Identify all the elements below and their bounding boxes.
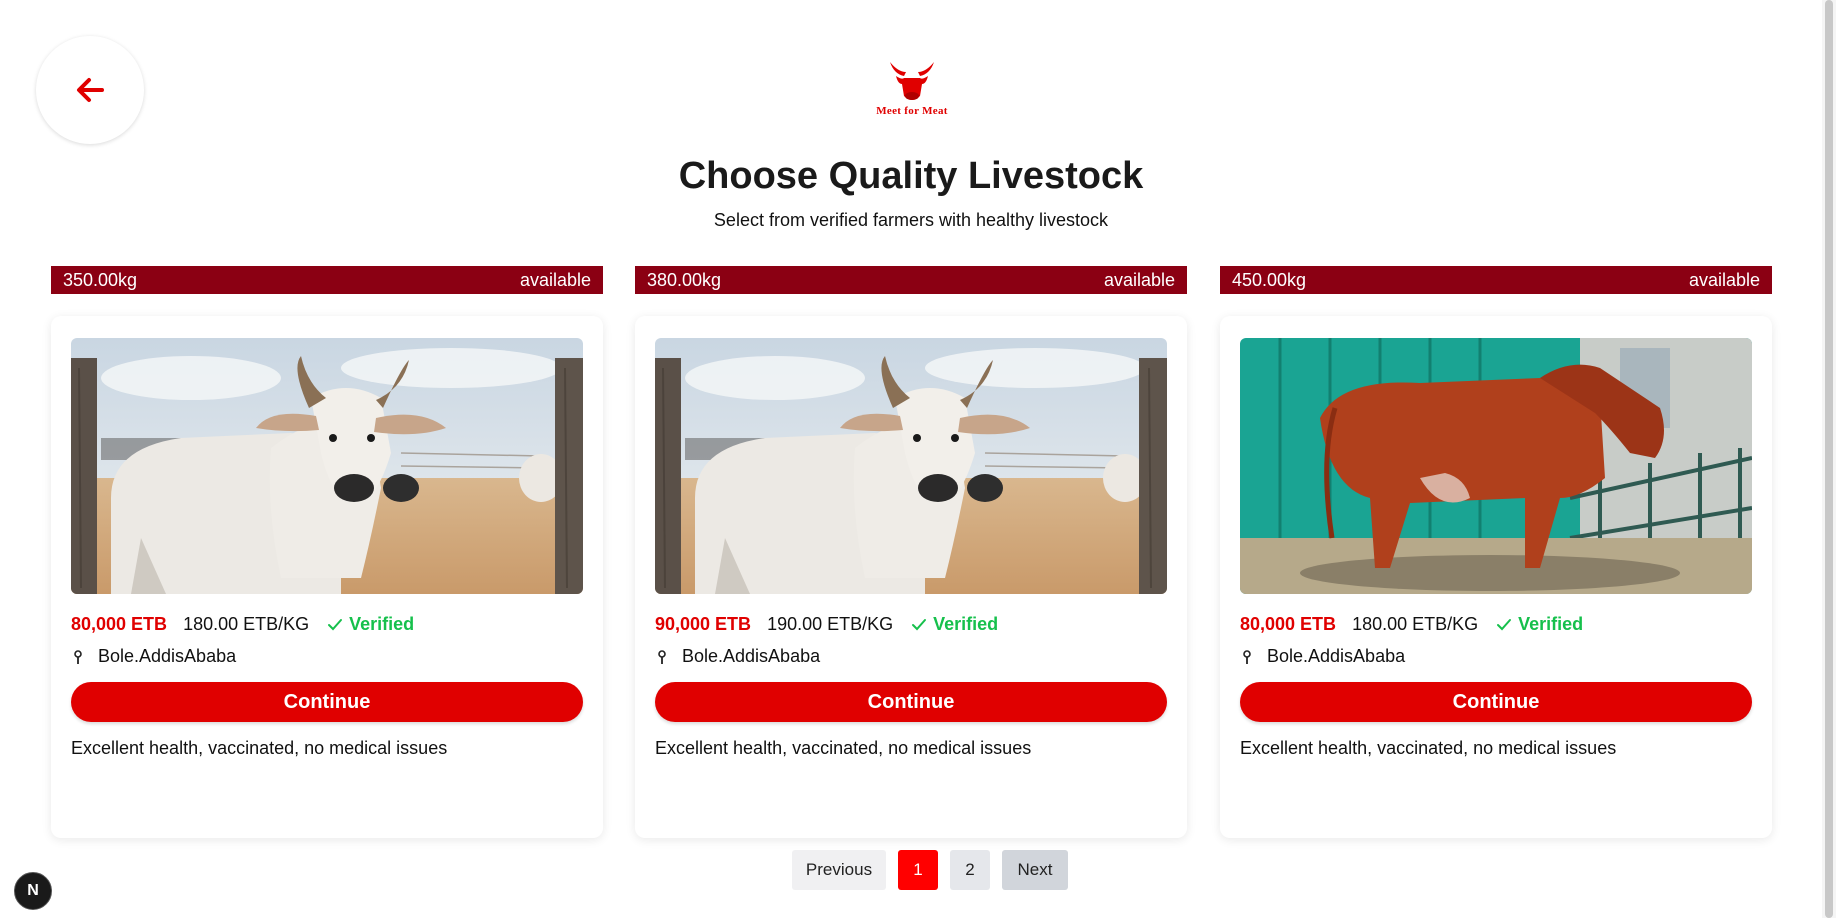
price-row: 80,000 ETB 180.00 ETB/KG Verified [71, 614, 414, 635]
previous-page-button[interactable]: Previous [792, 850, 886, 890]
livestock-card: 80,000 ETB 180.00 ETB/KG Verified Bole.A… [51, 316, 603, 838]
location-pin-icon [74, 649, 82, 664]
price-row: 90,000 ETB 190.00 ETB/KG Verified [655, 614, 998, 635]
page-2-button[interactable]: 2 [950, 850, 990, 890]
continue-button[interactable]: Continue [655, 682, 1167, 722]
status-badge: available [519, 269, 591, 290]
pagination: Previous 1 2 Next [0, 850, 1822, 890]
weight-ribbon: 380.00kg available [635, 266, 1187, 294]
location-row: Bole.AddisAbaba [1240, 646, 1405, 667]
livestock-card: 90,000 ETB 190.00 ETB/KG Verified Bole.A… [635, 316, 1187, 838]
dev-badge-letter: N [27, 882, 39, 899]
continue-button[interactable]: Continue [1240, 682, 1752, 722]
price: 80,000 ETB [1240, 614, 1337, 634]
page-1-button[interactable]: 1 [898, 850, 938, 890]
livestock-card: 80,000 ETB 180.00 ETB/KG Verified Bole.A… [1220, 316, 1772, 838]
health-description: Excellent health, vaccinated, no medical… [71, 738, 448, 758]
weight-ribbon: 350.00kg available [51, 266, 603, 294]
page-subtitle: Select from verified farmers with health… [713, 210, 1109, 230]
health-description: Excellent health, vaccinated, no medical… [1240, 738, 1617, 758]
price-per-kg: 180.00 ETB/KG [183, 614, 310, 634]
location-label: Bole.AddisAbaba [98, 646, 237, 666]
weight-ribbon: 450.00kg available [1220, 266, 1772, 294]
status-badge: available [1688, 269, 1760, 290]
bull-head-icon [890, 62, 934, 100]
verified-badge: Verified [327, 614, 414, 635]
price: 80,000 ETB [71, 614, 168, 634]
scrollbar-thumb[interactable] [1825, 0, 1833, 918]
page-title: Choose Quality Livestock [678, 155, 1144, 197]
status-badge: available [1103, 269, 1175, 290]
location-label: Bole.AddisAbaba [1267, 646, 1406, 666]
logo-text: Meet for Meat [876, 105, 948, 117]
verified-label: Verified [349, 614, 415, 634]
verified-badge: Verified [911, 614, 998, 635]
livestock-photo [71, 338, 583, 594]
continue-button[interactable]: Continue [71, 682, 583, 722]
verified-label: Verified [1518, 614, 1584, 634]
scrollbar[interactable] [1822, 0, 1836, 918]
next-page-button[interactable]: Next [1002, 850, 1068, 890]
check-icon [1497, 618, 1512, 630]
weight-label: 450.00kg [1232, 269, 1307, 290]
livestock-photo [1240, 338, 1752, 594]
price-per-kg: 180.00 ETB/KG [1352, 614, 1479, 634]
arrow-left-icon [77, 78, 104, 102]
price-per-kg: 190.00 ETB/KG [767, 614, 894, 634]
logo: Meet for Meat [858, 58, 966, 117]
verified-label: Verified [933, 614, 999, 634]
weight-label: 380.00kg [647, 269, 722, 290]
back-button[interactable] [36, 36, 144, 144]
health-description: Excellent health, vaccinated, no medical… [655, 738, 1032, 758]
location-row: Bole.AddisAbaba [71, 646, 236, 667]
dev-tools-badge[interactable]: N [14, 872, 52, 910]
check-icon [912, 618, 927, 630]
location-pin-icon [1243, 649, 1251, 664]
location-row: Bole.AddisAbaba [655, 646, 820, 667]
price-row: 80,000 ETB 180.00 ETB/KG Verified [1240, 614, 1583, 635]
weight-label: 350.00kg [63, 269, 138, 290]
location-label: Bole.AddisAbaba [682, 646, 821, 666]
livestock-photo [655, 338, 1167, 594]
verified-badge: Verified [1496, 614, 1583, 635]
price: 90,000 ETB [655, 614, 752, 634]
location-pin-icon [658, 649, 666, 664]
check-icon [328, 618, 343, 630]
page: Meet for Meat Choose Quality Livestock S… [0, 0, 1836, 918]
